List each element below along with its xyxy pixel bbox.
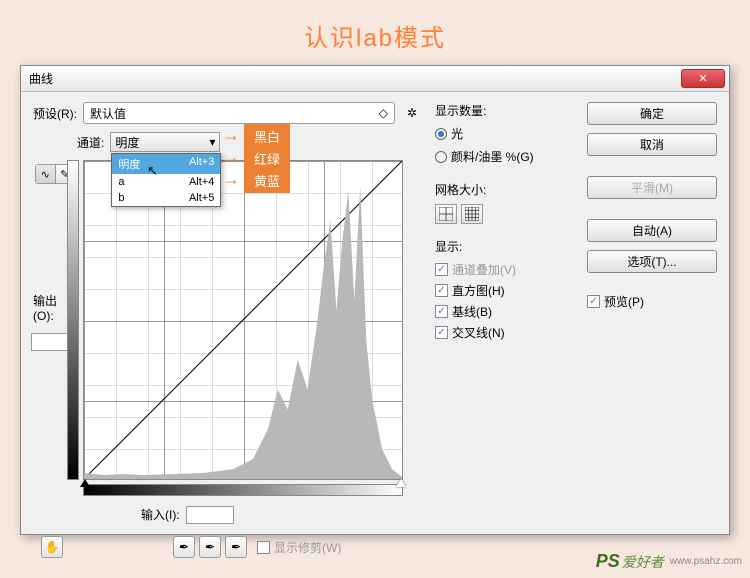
watermark: PS 爱好者 www.psahz.com (596, 551, 742, 572)
preset-label: 预设(R): (33, 105, 77, 122)
grid-size-label: 网格大小: (435, 181, 575, 198)
ok-button[interactable]: 确定 (587, 102, 717, 125)
channel-value: 明度 (115, 134, 139, 151)
white-point-slider[interactable] (396, 479, 406, 487)
overlay-checkbox[interactable] (435, 263, 448, 276)
channel-select[interactable]: 明度 ▾ 明度 Alt+3 a Alt+4 b Alt+5 (110, 132, 220, 152)
preset-select[interactable]: 默认值 ◇ (83, 102, 395, 124)
curves-dialog: 曲线 ✕ 预设(R): 默认值 ◇ ✲ 通道: 明度 ▾ 明度 (20, 65, 730, 535)
grid-fine-button[interactable] (461, 204, 483, 224)
display-qty-label: 显示数量: (435, 102, 575, 119)
hand-icon: ✋ (45, 540, 60, 554)
watermark-url: www.psahz.com (670, 556, 742, 567)
histogram-checkbox[interactable] (435, 284, 448, 297)
radio-light[interactable] (435, 128, 447, 140)
radio-pigment[interactable] (435, 151, 447, 163)
chevron-down-icon: ▾ (209, 135, 215, 149)
target-adjust-button[interactable]: ✋ (41, 536, 63, 558)
gear-button[interactable]: ✲ (401, 102, 423, 124)
options-button[interactable]: 选项(T)... (587, 250, 717, 273)
input-label: 输入(I): (141, 506, 180, 523)
dialog-title: 曲线 (29, 70, 53, 87)
input-field[interactable] (186, 506, 234, 524)
auto-button[interactable]: 自动(A) (587, 219, 717, 242)
eyedropper-icon: ✒ (231, 540, 241, 554)
close-button[interactable]: ✕ (681, 69, 725, 88)
channel-label: 通道: (77, 134, 104, 151)
cursor-icon: ↖ (147, 163, 158, 179)
horizontal-gradient (83, 484, 403, 496)
preview-checkbox[interactable] (587, 295, 600, 308)
arrow-icon: → (222, 147, 240, 168)
show-label: 显示: (435, 238, 575, 255)
smooth-button: 平滑(M) (587, 176, 717, 199)
grid-coarse-button[interactable] (435, 204, 457, 224)
dropdown-item-lightness[interactable]: 明度 Alt+3 (112, 154, 220, 174)
curves-graph[interactable] (83, 160, 403, 480)
intersect-label: 交叉线(N) (452, 324, 505, 341)
tag-yb: 黄蓝 (244, 168, 290, 193)
baseline-label: 基线(B) (452, 303, 492, 320)
overlay-label: 通道叠加(V) (452, 261, 516, 278)
watermark-text: 爱好者 (622, 552, 664, 572)
dropdown-item-b[interactable]: b Alt+5 (112, 190, 220, 206)
arrow-icon: → (222, 169, 240, 190)
watermark-brand: PS (596, 551, 620, 572)
preview-label: 预览(P) (604, 293, 644, 310)
baseline-checkbox[interactable] (435, 305, 448, 318)
gray-eyedropper[interactable]: ✒ (199, 536, 221, 558)
arrow-icon: → (222, 125, 240, 146)
vertical-gradient (67, 160, 79, 480)
cancel-button[interactable]: 取消 (587, 133, 717, 156)
preset-value: 默认值 (90, 105, 126, 122)
gear-icon: ✲ (407, 106, 417, 120)
black-eyedropper[interactable]: ✒ (173, 536, 195, 558)
show-clipping-checkbox[interactable] (257, 541, 270, 554)
intersect-checkbox[interactable] (435, 326, 448, 339)
radio-pigment-label: 颜料/油墨 %(G) (451, 148, 534, 165)
show-clipping-label: 显示修剪(W) (274, 539, 341, 556)
curve-point-icon: ∿ (36, 165, 56, 183)
dropdown-icon: ◇ (379, 106, 388, 120)
histogram (84, 161, 402, 479)
page-title: 认识lab模式 (0, 0, 750, 53)
eyedropper-icon: ✒ (205, 540, 215, 554)
eyedropper-icon: ✒ (179, 540, 189, 554)
close-icon: ✕ (698, 72, 707, 85)
channel-dropdown: 明度 Alt+3 a Alt+4 b Alt+5 (111, 153, 221, 207)
titlebar[interactable]: 曲线 ✕ (21, 66, 729, 92)
white-eyedropper[interactable]: ✒ (225, 536, 247, 558)
black-point-slider[interactable] (80, 479, 90, 487)
dropdown-item-a[interactable]: a Alt+4 (112, 174, 220, 190)
histogram-label: 直方图(H) (452, 282, 505, 299)
radio-light-label: 光 (451, 125, 463, 142)
